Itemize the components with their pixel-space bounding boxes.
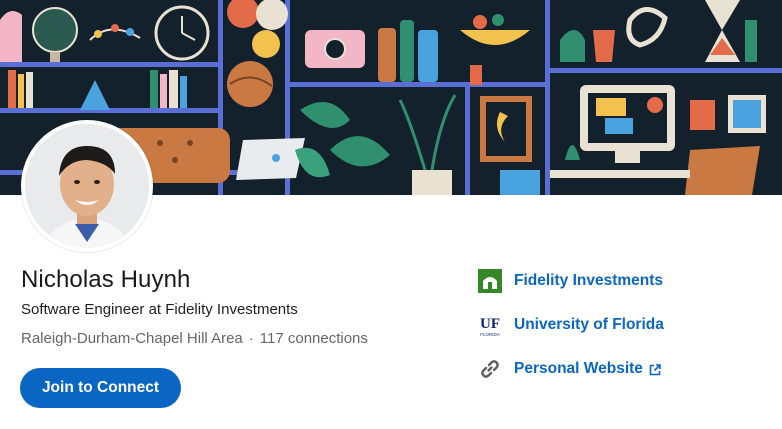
meta-separator: · — [248, 330, 254, 347]
profile-headline: Software Engineer at Fidelity Investment… — [21, 301, 298, 318]
uf-logo-icon: UF FLORIDA — [478, 313, 502, 337]
uf-logo-subtext: FLORIDA — [480, 332, 500, 337]
school-link[interactable]: UF FLORIDA University of Florida — [478, 310, 768, 340]
external-link-icon — [649, 363, 661, 376]
join-to-connect-button[interactable]: Join to Connect — [20, 368, 181, 408]
fidelity-logo-icon — [478, 269, 502, 293]
website-link-label: Personal Website — [514, 360, 643, 377]
profile-name: Nicholas Huynh — [21, 266, 191, 293]
school-link-label: University of Florida — [514, 316, 664, 333]
profile-connections: 117 connections — [259, 330, 368, 347]
company-link-label: Fidelity Investments — [514, 272, 664, 289]
website-link[interactable]: Personal Website — [478, 354, 768, 384]
company-link[interactable]: Fidelity Investments — [478, 266, 768, 296]
uf-logo-text: UF — [480, 316, 500, 332]
profile-avatar — [21, 120, 153, 252]
profile-meta: Raleigh-Durham-Chapel Hill Area · 117 conn… — [21, 330, 368, 347]
link-icon — [478, 357, 502, 381]
profile-location: Raleigh-Durham-Chapel Hill Area — [21, 330, 243, 347]
avatar-photo — [25, 124, 149, 248]
